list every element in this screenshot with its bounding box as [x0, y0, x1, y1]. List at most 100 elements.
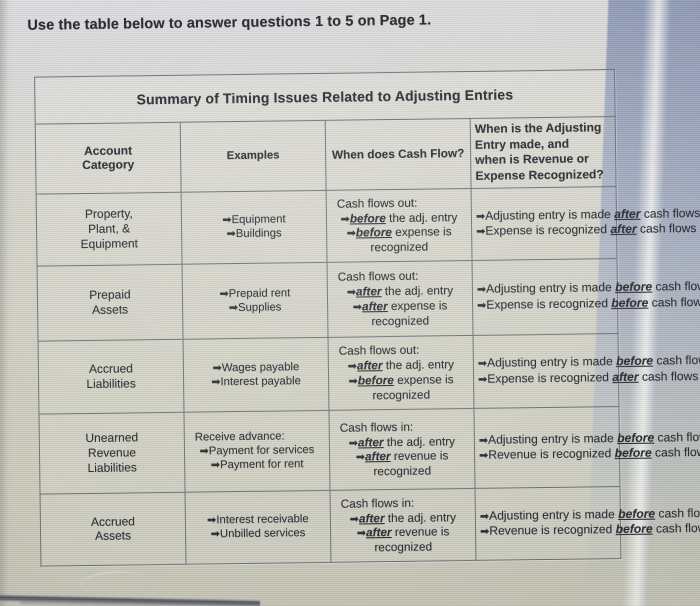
adjusting-entry-item: ➡Adjusting entry is made before cash flo… [476, 279, 700, 297]
cash-flow-emphasis: after [364, 449, 391, 464]
adjusting-entry-emphasis: before [615, 521, 653, 537]
table-row: Unearned Revenue Liabilities Receive advanc… [38, 406, 700, 494]
category-line: Plant, & [87, 221, 131, 237]
cell-adjusting-entry: ➡Adjusting entry is made before cash flo… [472, 258, 700, 336]
adjusting-entry-suffix: cash flows out [643, 205, 700, 221]
example-label: Interest payable [220, 375, 301, 389]
photographed-screen-scene: Use the table below to answer questions … [0, 0, 700, 606]
adjusting-entry-suffix: cash flows out [641, 368, 700, 384]
cash-flow-emphasis: after [357, 434, 384, 449]
bullet-arrow-icon: ➡ [219, 287, 229, 301]
example-label: Supplies [237, 301, 282, 314]
cash-flow-emphasis: after [365, 525, 392, 540]
bullet-arrow-icon: ➡ [346, 285, 357, 299]
bullet-arrow-icon: ➡ [479, 509, 490, 523]
example-item: ➡Buildings [186, 226, 322, 242]
category-line: Prepaid [89, 287, 131, 303]
bullet-arrow-icon: ➡ [222, 213, 232, 227]
instruction-period: . [426, 12, 432, 29]
adjusting-entry-prefix: Adjusting entry is made [488, 506, 619, 523]
bullet-arrow-icon: ➡ [348, 435, 359, 450]
header-account-category-line2: Category [82, 157, 135, 173]
cash-flow-emphasis: after [358, 510, 385, 525]
cell-cash-flow: Cash flows out: ➡after the adj. entry ➡aft… [327, 260, 474, 338]
page-number: 1 [418, 12, 428, 29]
adjusting-entry-prefix: Adjusting entry is made [486, 280, 616, 296]
cell-cash-flow: Cash flows in: ➡after the adj. entry ➡afte… [330, 488, 476, 563]
instruction-before: Use the table below to answer questions [27, 13, 316, 34]
bullet-arrow-icon: ➡ [476, 225, 486, 239]
adjusting-entry-emphasis: before [617, 430, 655, 445]
adjusting-entry-item: ➡Expense is recognized after cash flows … [478, 369, 700, 387]
bullet-arrow-icon: ➡ [478, 449, 489, 463]
cash-flow-item: ➡after expense is recognized [332, 298, 468, 329]
cell-examples: Receive advance: ➡Payment for services ➡Pa… [183, 410, 331, 493]
cash-flow-item: ➡after the adj. entry [334, 434, 470, 451]
instruction-text: Use the table below to answer questions … [27, 12, 431, 33]
adjusting-entry-suffix: cash flows out [655, 278, 700, 294]
cell-adjusting-entry: ➡Adjusting entry is made before cash flo… [475, 486, 700, 561]
example-label: Unbilled services [219, 527, 306, 541]
example-item: ➡Interest receivable [190, 512, 326, 528]
category-line: Property, [84, 206, 133, 222]
cash-flow-item: ➡before expense is recognized [333, 372, 469, 403]
adjusting-entry-item: ➡Adjusting entry is made before cash flo… [477, 353, 700, 371]
adjusting-entry-prefix: Expense is recognized [485, 222, 611, 239]
bullet-arrow-icon: ➡ [352, 300, 363, 314]
bullet-arrow-icon: ➡ [356, 526, 367, 540]
bullet-arrow-icon: ➡ [346, 226, 356, 240]
header-adjusting-entry: When is the Adjusting Entry made, and wh… [470, 116, 617, 189]
example-item: ➡Supplies [187, 300, 323, 316]
bullet-arrow-icon: ➡ [199, 444, 209, 458]
header-adjusting-entry-line1: When is the Adjusting Entry made, and [474, 120, 602, 152]
adjusting-entry-emphasis: before [611, 295, 649, 311]
adjusting-entry-suffix: cash flows out [656, 352, 700, 368]
cash-flow-emphasis: before [349, 210, 386, 226]
summary-timing-table: Summary of Timing Issues Related to Adju… [34, 69, 700, 567]
cash-flow-item: ➡before expense is recognized [331, 224, 467, 255]
cash-flow-emphasis: before [355, 225, 393, 240]
cash-flow-item: ➡after the adj. entry [335, 510, 471, 527]
adjusting-entry-prefix: Adjusting entry is made [486, 354, 617, 370]
adjusting-entry-item: ➡Expense is recognized before cash flows… [477, 294, 700, 313]
example-item: ➡Unbilled services [190, 526, 326, 542]
adjusting-entry-emphasis: after [610, 222, 637, 237]
bullet-arrow-icon: ➡ [212, 361, 222, 375]
bullet-arrow-icon: ➡ [476, 282, 487, 297]
example-label: Interest receivable [216, 513, 309, 527]
category-line: Unearned [85, 430, 139, 446]
question-range-start: 1 [314, 13, 324, 30]
table-title-row: Summary of Timing Issues Related to Adju… [34, 69, 616, 125]
cash-flow-text: the adj. entry [385, 209, 458, 225]
cash-flow-text: the adj. entry [382, 357, 455, 373]
adjusting-entry-item: ➡Adjusting entry is made before cash flo… [479, 505, 700, 524]
category-line: Liabilities [87, 460, 137, 475]
table-title: Summary of Timing Issues Related to Adju… [34, 69, 616, 125]
instruction-mid: to [323, 13, 346, 30]
cell-cash-flow: Cash flows out: ➡after the adj. entry ➡bef… [328, 335, 474, 411]
adjusting-entry-emphasis: before [618, 506, 656, 521]
adjusting-entry-item: ➡Expense is recognized after cash flows … [476, 221, 700, 239]
header-account-category: Account Category [35, 122, 182, 195]
adjusting-entry-item: ➡Adjusting entry is made before cash flo… [478, 429, 700, 448]
cell-adjusting-entry: ➡Adjusting entry is made before cash flo… [473, 333, 700, 409]
cell-adjusting-entry: ➡Adjusting entry is made after cash flow… [471, 186, 700, 261]
table-row: Accrued Liabilities ➡Wages payable ➡Interes… [38, 333, 700, 415]
bullet-arrow-icon: ➡ [478, 433, 489, 447]
bullet-arrow-icon: ➡ [210, 527, 221, 541]
adjusting-entry-prefix: Expense is recognized [486, 296, 612, 312]
adjusting-entry-emphasis: after [612, 369, 639, 384]
table-row: Accrued Assets ➡Interest receivable ➡Unbill… [40, 486, 700, 566]
adjusting-entry-emphasis: before [615, 279, 653, 295]
bullet-arrow-icon: ➡ [228, 300, 239, 315]
adjusting-entry-item: ➡Revenue is recognized before cash flows… [480, 521, 700, 539]
adjusting-entry-suffix: cash flows out [639, 221, 700, 237]
bullet-arrow-icon: ➡ [477, 356, 488, 371]
bullet-arrow-icon: ➡ [340, 212, 350, 226]
cash-flow-item: ➡after revenue is recognized [334, 448, 470, 479]
bullet-arrow-icon: ➡ [226, 227, 236, 241]
bullet-arrow-icon: ➡ [210, 458, 221, 472]
category-line: Assets [94, 528, 132, 544]
example-label: Payment for rent [219, 458, 304, 472]
header-cash-flow: When does Cash Flow? [325, 118, 472, 191]
